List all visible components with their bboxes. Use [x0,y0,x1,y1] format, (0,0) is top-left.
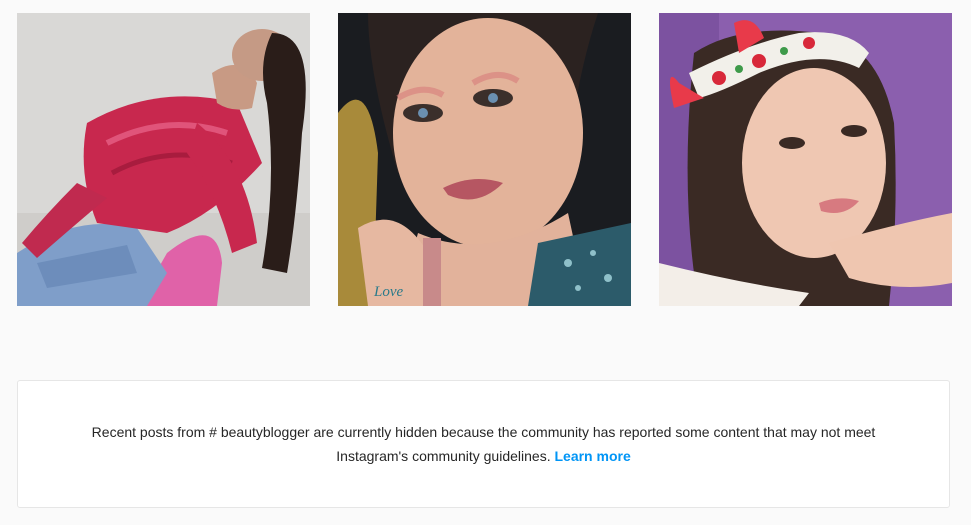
notice-text: Recent posts from # beautyblogger are cu… [59,420,909,468]
post-image-1 [17,13,310,306]
hidden-posts-notice: Recent posts from # beautyblogger are cu… [17,380,950,508]
love-tattoo: Love [373,284,404,300]
learn-more-link[interactable]: Learn more [554,448,630,464]
post-image-2: Love [338,13,631,306]
hashtag-post-grid: Love [17,13,952,306]
post-thumbnail-1[interactable] [17,13,310,306]
post-thumbnail-2[interactable]: Love [338,13,631,306]
post-image-3 [659,13,952,306]
notice-message: Recent posts from # beautyblogger are cu… [91,424,876,464]
post-thumbnail-3[interactable] [659,13,952,306]
